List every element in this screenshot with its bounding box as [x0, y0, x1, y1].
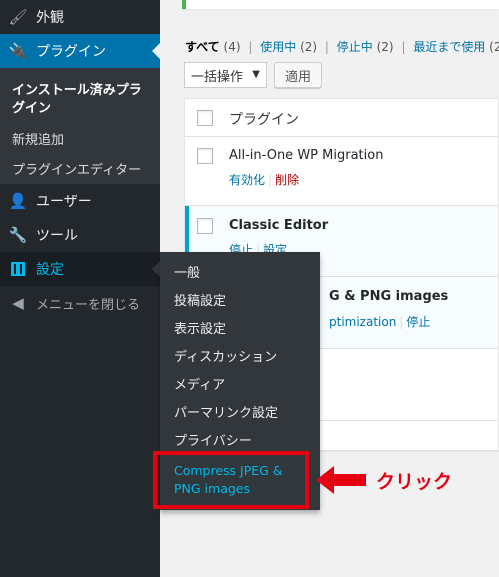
menu-collapse[interactable]: ◀ メニューを閉じる — [0, 286, 160, 320]
filter-separator: | — [324, 40, 329, 54]
action-separator: | — [399, 315, 404, 329]
row-checkbox[interactable] — [197, 218, 213, 234]
deactivate-link[interactable]: 停止 — [406, 315, 430, 329]
menu-plugins[interactable]: 🔌 プラグイン — [0, 34, 160, 68]
table-row: All-in-One WP Migration 有効化 | 削除 — [185, 137, 498, 206]
submenu-add-new[interactable]: 新規追加 — [0, 128, 160, 154]
menu-settings-label: 設定 — [36, 262, 64, 278]
settings-writing[interactable]: 投稿設定 — [160, 288, 320, 316]
settings-general[interactable]: 一般 — [160, 260, 320, 288]
arrow-left-icon — [316, 466, 366, 494]
plugin-name: G & PNG images — [329, 289, 449, 304]
filter-recent[interactable]: 最近まで使用 — [413, 40, 485, 54]
menu-tools[interactable]: 🔧 ツール — [0, 218, 160, 252]
menu-users[interactable]: 👤 ユーザー — [0, 184, 160, 218]
menu-users-label: ユーザー — [36, 194, 92, 210]
admin-sidebar: 🖌 外観 🔌 プラグイン インストール済みプラグイン 新規追加 プラグインエディ… — [0, 0, 160, 577]
settings-sliders-icon — [8, 259, 28, 279]
plugin-filters: すべて (4) | 使用中 (2) | 停止中 (2) | 最近まで使用 (2 — [185, 38, 499, 55]
filter-all-count: (4) — [223, 40, 241, 54]
row-actions: 有効化 | 削除 — [229, 171, 299, 188]
notice-bar — [182, 0, 499, 9]
submenu-plugin-editor[interactable]: プラグインエディター — [0, 158, 160, 184]
select-all-checkbox[interactable] — [197, 110, 213, 126]
optimization-link[interactable]: ptimization — [329, 315, 396, 329]
table-header: プラグイン — [185, 99, 498, 137]
plugins-submenu: インストール済みプラグイン 新規追加 プラグインエディター — [0, 68, 160, 184]
paintbrush-icon: 🖌 — [8, 8, 28, 26]
row-checkbox[interactable] — [197, 148, 213, 164]
user-icon: 👤 — [8, 192, 28, 210]
row-actions: ptimization | 停止 — [329, 313, 430, 330]
action-separator: | — [268, 173, 273, 187]
highlight-box — [153, 451, 309, 509]
menu-appearance[interactable]: 🖌 外観 — [0, 0, 160, 34]
menu-appearance-label: 外観 — [36, 10, 64, 26]
settings-media[interactable]: メディア — [160, 372, 320, 400]
collapse-arrow-icon: ◀ — [12, 294, 24, 312]
activate-link[interactable]: 有効化 — [229, 173, 265, 187]
settings-permalink[interactable]: パーマリンク設定 — [160, 400, 320, 428]
menu-plugins-label: プラグイン — [36, 44, 106, 60]
filter-inactive-count: (2) — [376, 40, 394, 54]
filter-separator: | — [248, 40, 253, 54]
submenu-installed-plugins[interactable]: インストール済みプラグイン — [0, 78, 160, 122]
filter-active-count: (2) — [300, 40, 318, 54]
menu-settings[interactable]: 設定 — [0, 252, 160, 286]
wrench-icon: 🔧 — [8, 226, 28, 244]
bulk-action-value: 一括操作 — [191, 69, 244, 85]
dropdown-caret-icon: ▼ — [252, 69, 260, 80]
plug-icon: 🔌 — [8, 42, 28, 60]
menu-tools-label: ツール — [36, 228, 78, 244]
click-annotation-label: クリック — [376, 471, 453, 493]
filter-recent-count: (2 — [489, 40, 499, 54]
menu-collapse-label: メニューを閉じる — [36, 297, 141, 313]
settings-discussion[interactable]: ディスカッション — [160, 344, 320, 372]
apply-button[interactable]: 適用 — [274, 62, 322, 88]
filter-inactive[interactable]: 停止中 — [337, 40, 373, 54]
plugin-name: Classic Editor — [229, 218, 329, 233]
delete-link[interactable]: 削除 — [275, 173, 299, 187]
column-header-plugin: プラグイン — [229, 112, 299, 128]
filter-separator: | — [401, 40, 406, 54]
settings-reading[interactable]: 表示設定 — [160, 316, 320, 344]
filter-active[interactable]: 使用中 — [260, 40, 296, 54]
filter-all[interactable]: すべて — [185, 40, 220, 54]
bulk-action-select[interactable]: 一括操作 ▼ — [184, 62, 267, 88]
plugin-name: All-in-One WP Migration — [229, 148, 384, 163]
